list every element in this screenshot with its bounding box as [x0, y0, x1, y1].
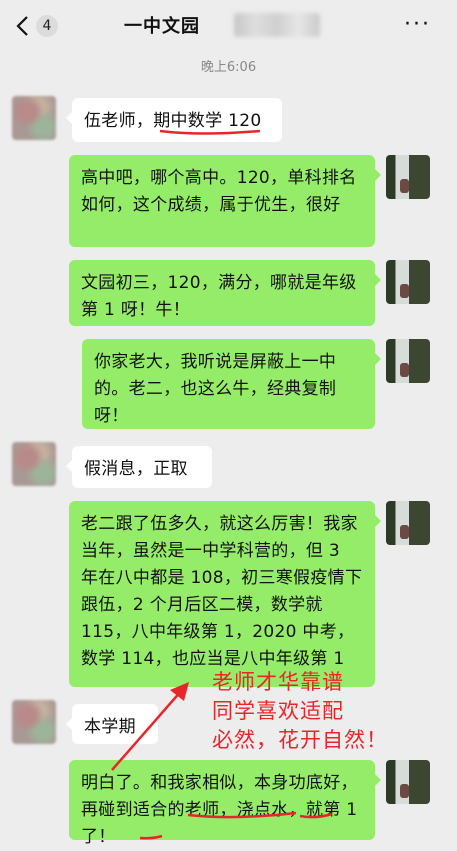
chat-header: 4 一中文园 ··· — [0, 0, 457, 50]
blurred-title-suffix — [234, 13, 320, 37]
message-bubble: 老二跟了伍多久，就这么厉害！我家当年，虽然是一中学科营的，但 3 年在八中都是 … — [69, 501, 381, 687]
annotation-line: 同学喜欢适配 — [212, 699, 344, 723]
message-bubble: 高中吧，哪个高中。120，单科排名如何，这个成绩，属于优生，很好 — [69, 155, 381, 247]
unread-count-badge: 4 — [36, 15, 58, 37]
handwritten-annotation: 老师才华靠谱 同学喜欢适配 必然，花开自然！ — [212, 668, 412, 755]
avatar[interactable] — [386, 260, 430, 304]
message-bubble: 明白了。和我家相似，本身功底好，再碰到适合的老师，浇点水，就第 1 了！ — [69, 760, 381, 847]
avatar[interactable] — [12, 442, 56, 486]
avatar[interactable] — [386, 760, 430, 804]
avatar[interactable] — [386, 339, 430, 383]
annotation-line: 必然，花开自然！ — [212, 728, 388, 752]
avatar[interactable] — [12, 700, 56, 744]
message-bubble: 文园初三，120，满分，哪就是年级第 1 呀！牛！ — [69, 260, 381, 326]
avatar[interactable] — [12, 96, 56, 140]
message-bubble: 本学期 — [66, 704, 158, 744]
annotation-line: 老师才华靠谱 — [212, 670, 344, 694]
avatar[interactable] — [386, 501, 430, 545]
message-bubble: 伍老师，期中数学 120 — [66, 98, 282, 142]
back-arrow-icon — [16, 16, 28, 36]
message-bubble: 假消息，正取 — [66, 446, 212, 488]
message-bubble: 你家老大，我听说是屏蔽上一中的。老二，也这么牛，经典复制呀！ — [82, 339, 381, 429]
back-button[interactable]: 4 — [14, 12, 64, 40]
avatar[interactable] — [386, 155, 430, 199]
more-dots-icon: ··· — [404, 12, 431, 37]
chat-title: 一中文园 — [124, 16, 200, 37]
message-timestamp: 晚上6:06 — [200, 60, 257, 75]
more-button[interactable]: ··· — [404, 12, 431, 37]
